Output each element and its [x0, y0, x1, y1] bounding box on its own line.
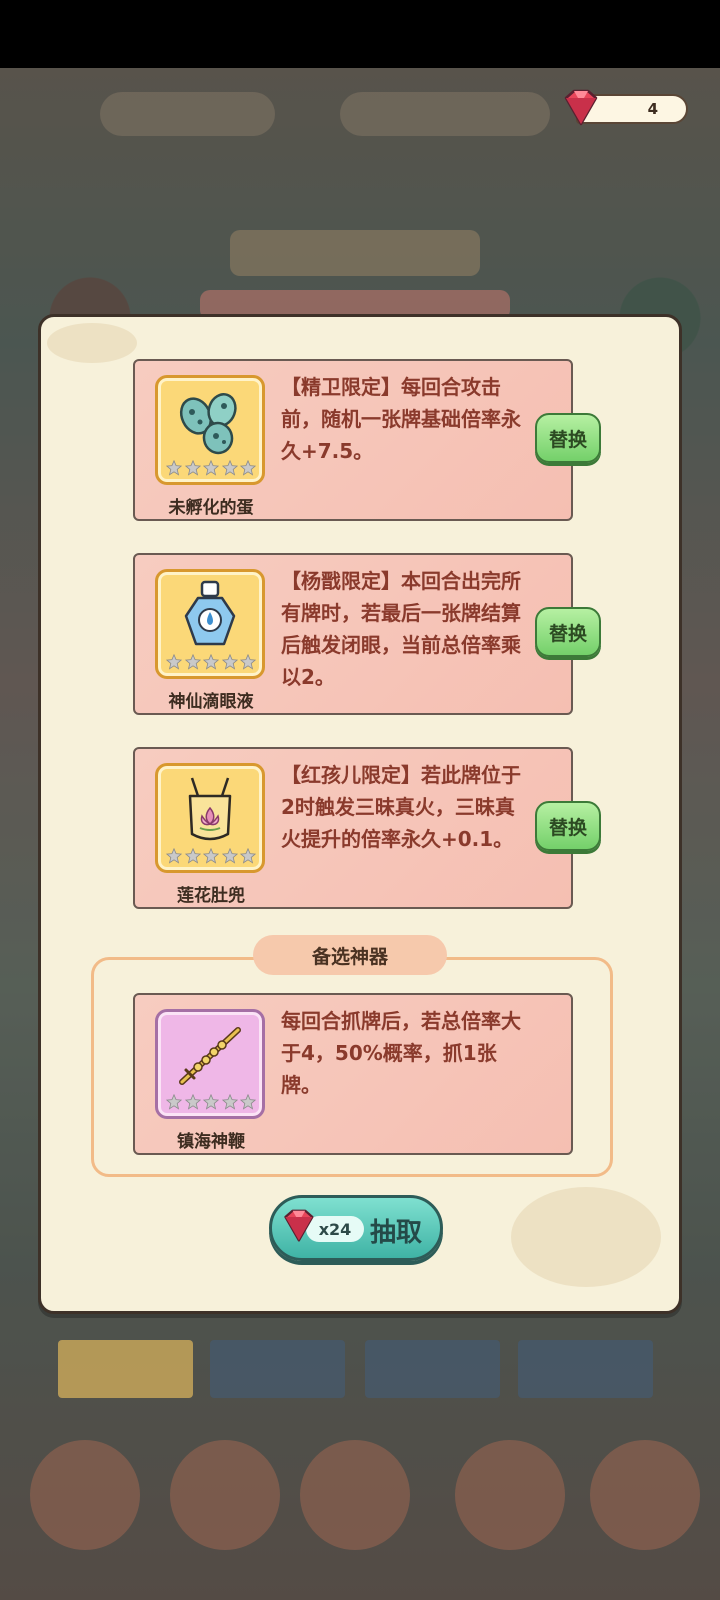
artifact-frame[interactable] — [155, 569, 265, 679]
eye-drops-bottle-icon — [184, 580, 236, 646]
star-icon — [240, 460, 256, 476]
star-rating — [166, 848, 256, 864]
red-gem-icon — [284, 1209, 314, 1242]
draw-label: 抽取 — [370, 1218, 423, 1248]
star-icon — [203, 654, 219, 670]
star-icon — [240, 848, 256, 864]
artifact-name: 镇海神鞭 — [177, 1132, 245, 1152]
star-icon — [203, 460, 219, 476]
artifact-description: 【杨戬限定】本回合出完所有牌时，若最后一张牌结算后触发闭眼，当前总倍率乘以2。 — [281, 569, 521, 689]
artifact-name: 未孵化的蛋 — [168, 498, 254, 518]
star-icon — [184, 1094, 201, 1110]
star-icon — [166, 848, 182, 864]
cloud-decoration — [511, 1187, 661, 1287]
background-tab — [518, 1340, 653, 1398]
replace-button[interactable]: 替换 — [535, 607, 601, 657]
gem-counter: 4 — [564, 89, 688, 126]
background-character — [590, 1440, 700, 1550]
star-rating — [166, 654, 256, 670]
star-icon — [240, 1094, 256, 1110]
artifact-description: 【红孩儿限定】若此牌位于2时触发三昧真火，三昧真火提升的倍率永久+0.1。 — [281, 763, 521, 851]
star-icon — [203, 848, 219, 864]
artifact-panel: 未孵化的蛋 【精卫限定】每回合攻击前，随机一张牌基础倍率永久+7.5。 替换 神… — [38, 314, 682, 1314]
star-rating — [166, 460, 256, 476]
artifact-frame[interactable] — [155, 375, 265, 485]
artifact-description: 【精卫限定】每回合攻击前，随机一张牌基础倍率永久+7.5。 — [281, 375, 521, 463]
artifact-card: 神仙滴眼液 【杨戬限定】本回合出完所有牌时，若最后一张牌结算后触发闭眼，当前总倍… — [133, 553, 601, 715]
draw-button[interactable]: x24 抽取 — [269, 1195, 443, 1261]
gem-count: 4 — [647, 100, 658, 118]
star-icon — [184, 654, 201, 670]
red-gem-icon — [564, 89, 598, 126]
replace-button[interactable]: 替换 — [535, 413, 601, 463]
background-character — [300, 1440, 410, 1550]
background-top-bar — [340, 92, 550, 136]
artifact-name: 莲花肚兜 — [177, 886, 245, 906]
artifact-frame[interactable] — [155, 1009, 265, 1119]
star-icon — [166, 1094, 182, 1110]
star-icon — [166, 654, 182, 670]
background-tab — [58, 1340, 193, 1398]
background-tab — [210, 1340, 345, 1398]
background-top-bar — [100, 92, 275, 136]
star-icon — [221, 1094, 238, 1110]
alternate-artifact-title: 备选神器 — [253, 935, 447, 975]
golden-whip-icon — [179, 1027, 241, 1085]
background-title — [230, 230, 480, 276]
star-icon — [184, 848, 201, 864]
artifact-card: 未孵化的蛋 【精卫限定】每回合攻击前，随机一张牌基础倍率永久+7.5。 替换 — [133, 359, 601, 521]
lotus-apron-icon — [188, 777, 232, 841]
status-bar — [0, 0, 720, 68]
star-icon — [221, 460, 238, 476]
star-icon — [240, 654, 256, 670]
background-character — [170, 1440, 280, 1550]
star-icon — [166, 460, 182, 476]
star-icon — [203, 1094, 219, 1110]
artifact-description: 每回合抓牌后，若总倍率大于4，50%概率，抓1张牌。 — [281, 1009, 521, 1097]
replace-button[interactable]: 替换 — [535, 801, 601, 851]
eggs-icon — [179, 393, 237, 455]
background-character — [30, 1440, 140, 1550]
artifact-frame[interactable] — [155, 763, 265, 873]
cloud-decoration — [47, 323, 137, 363]
alternate-artifact-card: 镇海神鞭 每回合抓牌后，若总倍率大于4，50%概率，抓1张牌。 — [133, 993, 573, 1155]
artifact-card: 莲花肚兜 【红孩儿限定】若此牌位于2时触发三昧真火，三昧真火提升的倍率永久+0.… — [133, 747, 601, 909]
background-tab — [365, 1340, 500, 1398]
star-rating — [166, 1094, 256, 1110]
star-icon — [184, 460, 201, 476]
artifact-name: 神仙滴眼液 — [168, 692, 254, 712]
star-icon — [221, 654, 238, 670]
star-icon — [221, 848, 238, 864]
background-character — [455, 1440, 565, 1550]
